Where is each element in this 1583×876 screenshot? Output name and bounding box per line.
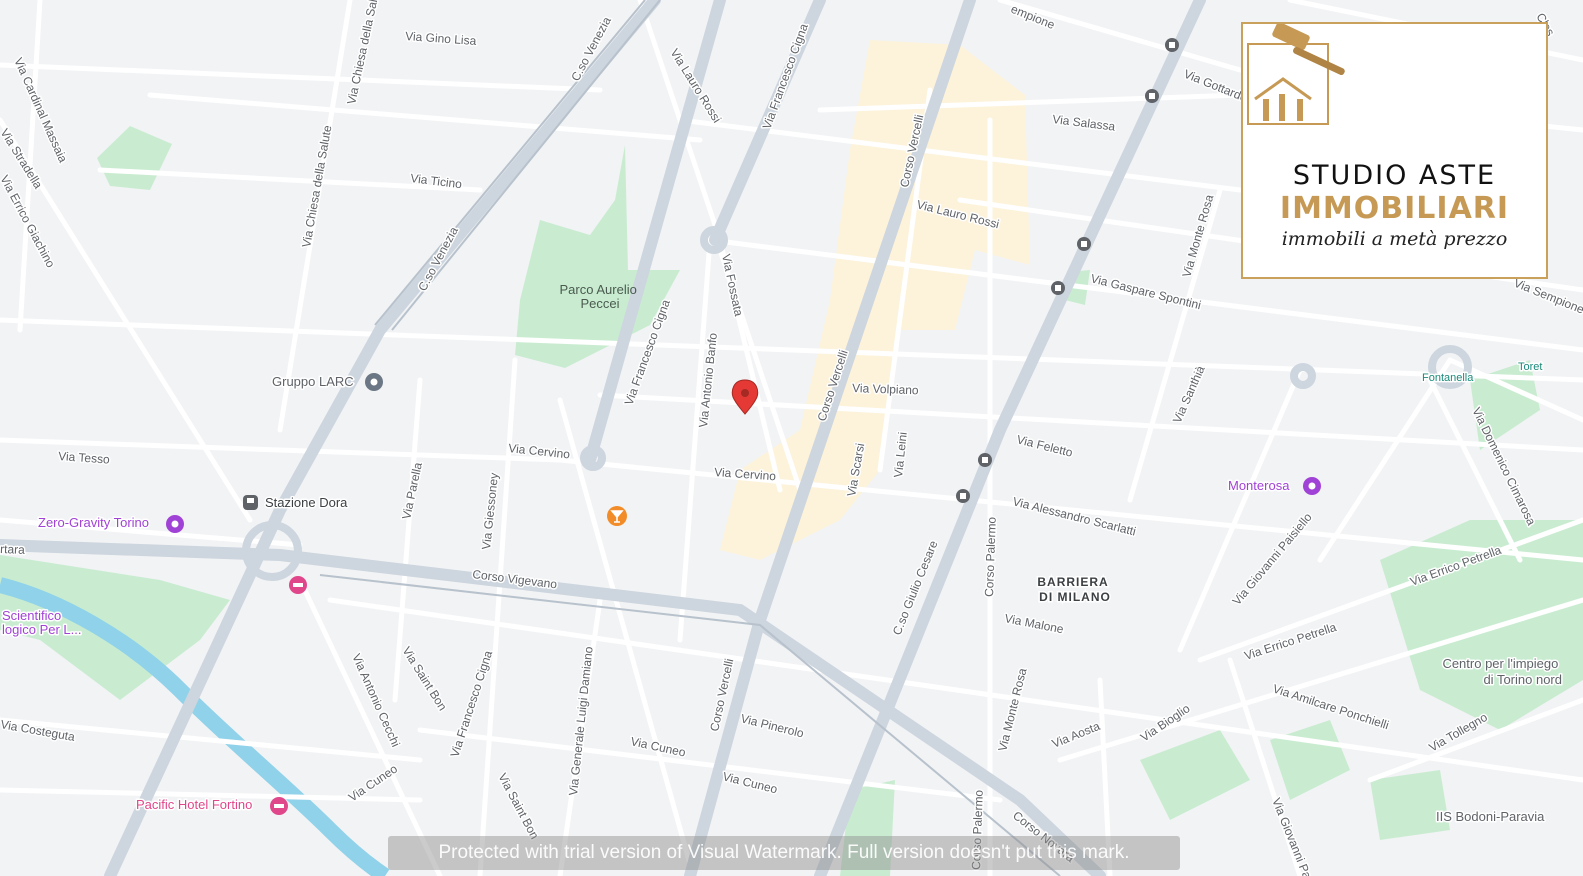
bus-stop-icon [1077,237,1091,251]
poi-label: Gruppo LARC [272,374,354,389]
logo-line-2: IMMOBILIARI [1279,191,1510,226]
poi-label: Pacific Hotel Fortino [136,797,252,812]
studio-aste-logo: STUDIO ASTE IMMOBILIARI immobili a metà … [1241,22,1548,279]
poi-toret-label[interactable]: Toret [1517,360,1544,375]
poi-bar[interactable] [607,506,627,526]
street-label: Corso Palermo [982,516,999,597]
street-label: Via Volpiano [852,381,919,397]
hotel-icon-bed [293,583,303,587]
bus-stop-icon [1165,38,1179,52]
watermark-banner: Protected with trial version of Visual W… [388,836,1180,870]
poi-monterosa[interactable]: Monterosa [1227,477,1321,495]
logo-tagline: immobili a metà prezzo [1281,228,1508,250]
hotel-icon-bed [274,804,284,808]
street-label: rtara [0,542,25,557]
place-icon-dot [370,378,378,386]
poi-label: Zero-Gravity Torino [38,515,149,530]
poi-hotel-near-dora[interactable] [289,576,307,594]
bus-stop-icon [978,453,992,467]
attraction-icon-dot [171,520,179,528]
logo-line-1: STUDIO ASTE [1292,160,1497,191]
poi-label: Monterosa [1228,478,1290,493]
bus-stop-icon [956,489,970,503]
poi-fontanella-label[interactable]: Fontanella [1421,371,1476,386]
bus-stop-icon [1051,281,1065,295]
district-label: BARRIERA DI MILANO [1037,575,1112,604]
train-station-icon-window [247,498,254,503]
poi-label: Stazione Dora [265,495,348,510]
attraction-icon-dot [1308,482,1316,490]
gavel-house-icon [1247,24,1345,125]
map-view[interactable]: Via Gino Lisa Via Chiesa della Salute C.… [0,0,1583,876]
poi-bodoni[interactable]: IIS Bodoni-Paravia [1435,808,1547,826]
bus-stop-icon [1145,89,1159,103]
